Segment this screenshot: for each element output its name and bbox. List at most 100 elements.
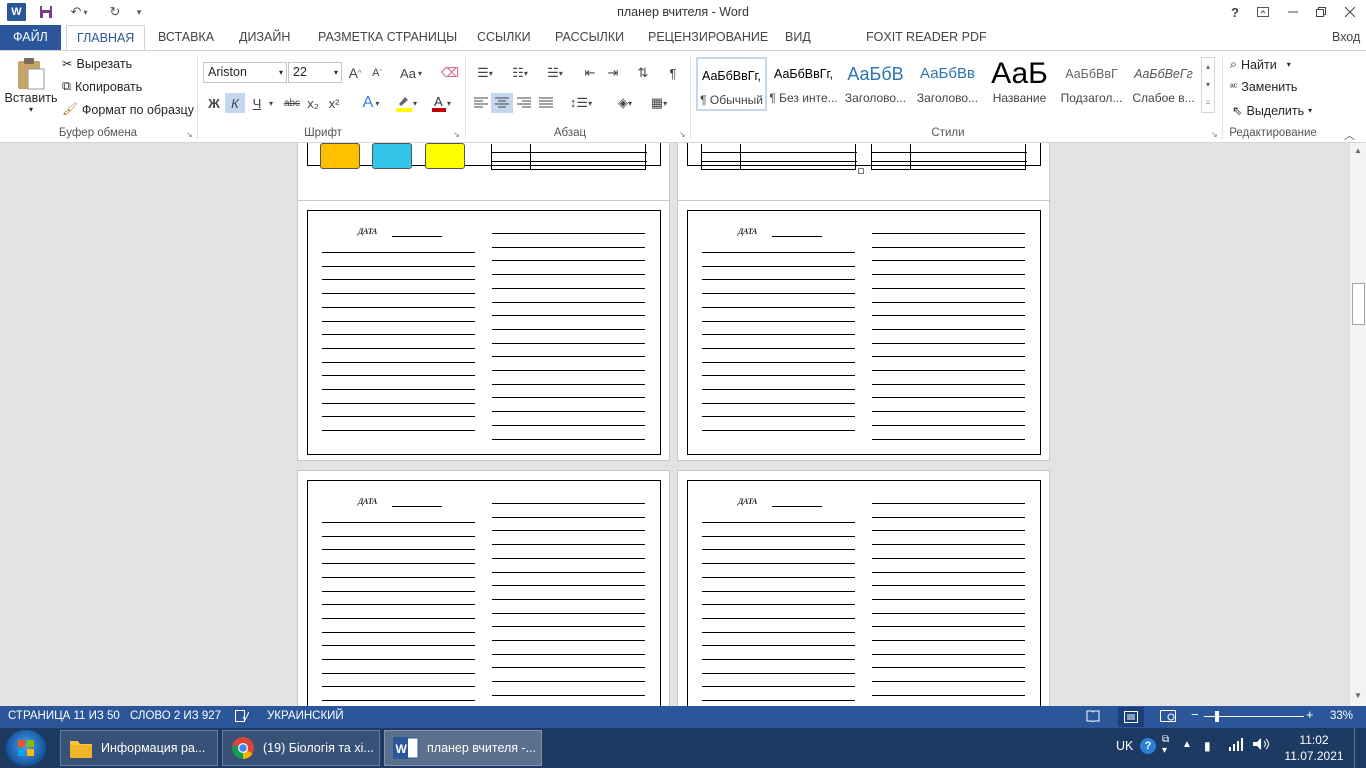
style-subtle-emphasis[interactable]: АаБбВеГг Слабое в...: [1128, 57, 1199, 111]
clipboard-launcher-icon[interactable]: ↘: [186, 130, 193, 139]
web-layout-icon[interactable]: [1160, 710, 1176, 725]
clear-formatting-icon[interactable]: ⌫: [440, 63, 460, 83]
bullets-icon[interactable]: ☰ ▾: [470, 63, 500, 83]
style-heading-2[interactable]: АаБбВв Заголово...: [912, 57, 983, 111]
sign-in-link[interactable]: Вход: [1332, 25, 1360, 50]
tab-view[interactable]: ВИД: [775, 25, 821, 50]
shrink-font-button[interactable]: Aˇ: [368, 63, 386, 83]
collapse-ribbon-icon[interactable]: ︿: [1344, 127, 1355, 143]
decrease-indent-icon[interactable]: ⇤: [580, 63, 600, 83]
shading-icon[interactable]: ◈ ▾: [610, 93, 640, 113]
align-center-icon[interactable]: [491, 93, 513, 113]
show-hidden-icons[interactable]: ▲: [1182, 739, 1192, 750]
tab-mailings[interactable]: РАССЫЛКИ: [545, 25, 634, 50]
word-count[interactable]: СЛОВО 2 ИЗ 927: [130, 710, 221, 722]
page-lined[interactable]: ДАТА: [677, 470, 1050, 706]
align-right-icon[interactable]: [514, 93, 534, 113]
help-button[interactable]: ?: [1220, 0, 1250, 24]
resize-handle[interactable]: [858, 168, 864, 174]
find-button[interactable]: ⌕ Найти ▾: [1230, 57, 1291, 72]
read-mode-icon[interactable]: [1086, 710, 1100, 725]
style-subtitle[interactable]: АаБбВвГ Подзагол...: [1056, 57, 1127, 111]
minimize-icon[interactable]: [1278, 0, 1308, 24]
tab-home[interactable]: ГЛАВНАЯ: [66, 25, 146, 51]
cut-button[interactable]: ✂ Вырезать: [62, 56, 132, 72]
scroll-thumb[interactable]: [1352, 283, 1365, 325]
battery-icon[interactable]: ▮: [1204, 739, 1211, 753]
show-formatting-marks-icon[interactable]: ¶: [664, 63, 682, 83]
ribbon-display-options-icon[interactable]: [1248, 0, 1278, 24]
start-button[interactable]: [6, 730, 46, 766]
tab-references[interactable]: ССЫЛКИ: [467, 25, 541, 50]
zoom-slider[interactable]: [1204, 716, 1304, 717]
increase-indent-icon[interactable]: ⇥: [603, 63, 623, 83]
zoom-level[interactable]: 33%: [1330, 710, 1353, 722]
page-count[interactable]: СТРАНИЦА 11 ИЗ 50: [8, 710, 120, 722]
subscript-button[interactable]: x₂: [305, 93, 321, 113]
tab-file[interactable]: ФАЙЛ: [0, 25, 61, 50]
document-canvas[interactable]: ДАТА ДАТА ДАТА ДАТА: [0, 143, 1349, 706]
proofing-icon[interactable]: [235, 710, 250, 725]
select-button[interactable]: ⇖ Выделить ▾: [1232, 103, 1312, 119]
text-effects-icon[interactable]: A ▾: [356, 93, 386, 113]
underline-dropdown-icon[interactable]: ▾: [266, 93, 276, 113]
close-icon[interactable]: [1335, 0, 1365, 24]
highlight-color-icon[interactable]: ▾: [391, 93, 421, 113]
style-normal[interactable]: АаБбВвГг, ¶ Обычный: [696, 57, 767, 111]
copy-button[interactable]: ⧉ Копировать: [62, 79, 142, 94]
zoom-in-icon[interactable]: +: [1306, 707, 1314, 722]
clock[interactable]: 11:02 11.07.2021: [1284, 732, 1344, 764]
superscript-button[interactable]: x²: [326, 93, 342, 113]
restore-icon[interactable]: [1306, 0, 1336, 24]
borders-icon[interactable]: ▦ ▾: [644, 93, 674, 113]
scroll-down-icon[interactable]: ▼: [1354, 691, 1362, 700]
italic-button[interactable]: К: [225, 93, 245, 113]
line-spacing-icon[interactable]: ↕☰ ▾: [566, 93, 596, 113]
tray-dropdown-icon[interactable]: ⧉ ▾: [1162, 734, 1169, 756]
print-layout-icon[interactable]: [1118, 707, 1144, 727]
zoom-out-icon[interactable]: −: [1191, 707, 1199, 722]
help-tray-icon[interactable]: ?: [1140, 738, 1156, 754]
font-name-box[interactable]: Ariston ▾: [203, 62, 287, 83]
styles-scroll[interactable]: ▴ ▾ ⩡: [1201, 57, 1215, 113]
numbering-icon[interactable]: ☷ ▾: [505, 63, 535, 83]
vertical-scrollbar[interactable]: ▲ ▼: [1349, 143, 1366, 706]
align-left-icon[interactable]: [471, 93, 491, 113]
paste-button[interactable]: Вставить ▾: [5, 55, 58, 123]
zoom-slider-thumb[interactable]: [1214, 711, 1219, 722]
replace-button[interactable]: ᵃᶜ Заменить: [1230, 80, 1297, 94]
paragraph-launcher-icon[interactable]: ↘: [679, 130, 686, 139]
show-desktop-button[interactable]: [1354, 728, 1366, 768]
strikethrough-button[interactable]: abc: [281, 93, 303, 113]
tab-review[interactable]: РЕЦЕНЗИРОВАНИЕ: [638, 25, 778, 50]
network-icon[interactable]: [1228, 737, 1244, 754]
taskbar-item-word[interactable]: W планер вчителя -...: [384, 730, 542, 766]
change-case-button[interactable]: Aa ▾: [396, 63, 426, 83]
page-lined[interactable]: ДАТА: [297, 470, 670, 706]
underline-button[interactable]: Ч: [249, 93, 265, 113]
grow-font-button[interactable]: A ^: [346, 63, 364, 83]
tab-insert[interactable]: ВСТАВКА: [148, 25, 224, 50]
font-launcher-icon[interactable]: ↘: [453, 130, 460, 139]
font-color-icon[interactable]: A ▾: [426, 93, 456, 113]
multilevel-list-icon[interactable]: ☱ ▾: [540, 63, 570, 83]
taskbar-item-chrome[interactable]: (19) Біологія та хі...: [222, 730, 380, 766]
style-title[interactable]: АаБ Название: [984, 57, 1055, 111]
tab-design[interactable]: ДИЗАЙН: [229, 25, 300, 50]
paste-dropdown-icon[interactable]: ▾: [6, 105, 56, 114]
taskbar-item-explorer[interactable]: Информация ра...: [60, 730, 218, 766]
scroll-up-icon[interactable]: ▲: [1354, 146, 1362, 155]
font-size-box[interactable]: 22 ▾: [288, 62, 342, 83]
volume-icon[interactable]: [1252, 737, 1270, 754]
tab-foxit-reader-pdf[interactable]: FOXIT READER PDF: [856, 25, 997, 50]
justify-icon[interactable]: [536, 93, 556, 113]
style-no-spacing[interactable]: АаБбВвГг, ¶ Без инте...: [768, 57, 839, 111]
language-indicator[interactable]: УКРАИНСКИЙ: [267, 710, 344, 722]
page-lined[interactable]: ДАТА: [297, 200, 670, 461]
format-painter-button[interactable]: 🖌 Формат по образцу: [62, 102, 194, 117]
style-heading-1[interactable]: АаБбВ Заголово...: [840, 57, 911, 111]
styles-launcher-icon[interactable]: ↘: [1211, 130, 1218, 139]
sort-icon[interactable]: ⇅: [633, 63, 653, 83]
bold-button[interactable]: Ж: [205, 93, 223, 113]
page-lined[interactable]: ДАТА: [677, 200, 1050, 461]
